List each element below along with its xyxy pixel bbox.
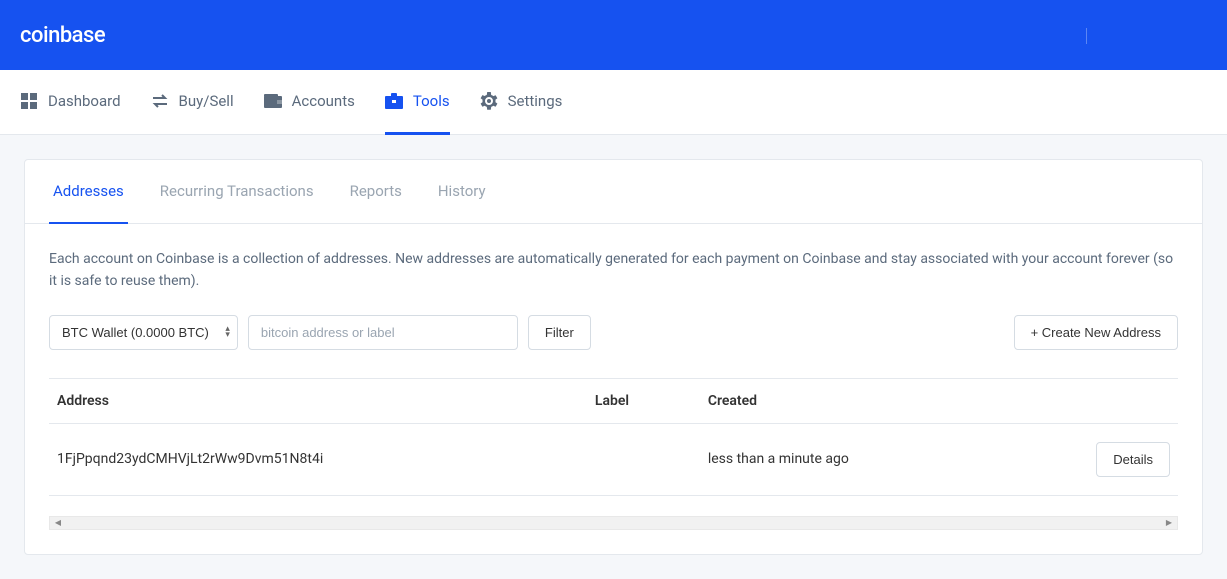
col-label: Label bbox=[591, 378, 704, 423]
wallet-icon bbox=[264, 92, 282, 110]
cell-created: less than a minute ago bbox=[704, 423, 1043, 495]
controls-row: BTC Wallet (0.0000 BTC) ▴▾ Filter + Crea… bbox=[49, 315, 1178, 350]
addresses-table: Address Label Created 1FjPpqnd23ydCMHVjL… bbox=[49, 378, 1178, 496]
table-row: 1FjPpqnd23ydCMHVjLt2rWw9Dvm51N8t4i less … bbox=[49, 423, 1178, 495]
logo: coinbase bbox=[20, 23, 105, 48]
cell-actions: Details bbox=[1043, 423, 1179, 495]
main-card: Addresses Recurring Transactions Reports… bbox=[24, 159, 1203, 555]
nav-buy-sell[interactable]: Buy/Sell bbox=[151, 70, 234, 135]
nav-dashboard[interactable]: Dashboard bbox=[20, 70, 121, 135]
tab-addresses[interactable]: Addresses bbox=[49, 160, 128, 224]
tab-history[interactable]: History bbox=[434, 160, 490, 224]
swap-icon bbox=[151, 92, 169, 110]
create-address-button[interactable]: + Create New Address bbox=[1014, 315, 1178, 350]
nav-label: Tools bbox=[413, 92, 450, 110]
page-description: Each account on Coinbase is a collection… bbox=[49, 248, 1178, 293]
wallet-select[interactable]: BTC Wallet (0.0000 BTC) bbox=[49, 315, 238, 350]
nav-label: Accounts bbox=[292, 92, 355, 110]
filter-button[interactable]: Filter bbox=[528, 315, 591, 350]
tab-reports[interactable]: Reports bbox=[346, 160, 406, 224]
nav-label: Buy/Sell bbox=[179, 92, 234, 110]
dashboard-icon bbox=[20, 92, 38, 110]
scroll-right-icon: ▶ bbox=[1161, 517, 1177, 529]
col-created: Created bbox=[704, 378, 1043, 423]
scrollbar[interactable]: ◀ ▶ bbox=[49, 516, 1178, 530]
main-nav: Dashboard Buy/Sell Accounts Tools Settin… bbox=[0, 70, 1227, 135]
details-button[interactable]: Details bbox=[1096, 442, 1170, 477]
nav-tools[interactable]: Tools bbox=[385, 70, 450, 135]
cell-label bbox=[591, 423, 704, 495]
nav-label: Dashboard bbox=[48, 92, 121, 110]
card-body: Each account on Coinbase is a collection… bbox=[25, 224, 1202, 554]
nav-settings[interactable]: Settings bbox=[480, 70, 563, 135]
sub-tabs: Addresses Recurring Transactions Reports… bbox=[25, 160, 1202, 224]
nav-accounts[interactable]: Accounts bbox=[264, 70, 355, 135]
cell-address: 1FjPpqnd23ydCMHVjLt2rWw9Dvm51N8t4i bbox=[49, 423, 591, 495]
content-area: Addresses Recurring Transactions Reports… bbox=[0, 135, 1227, 579]
table-header-row: Address Label Created bbox=[49, 378, 1178, 423]
search-input[interactable] bbox=[248, 315, 518, 350]
col-actions bbox=[1043, 378, 1179, 423]
top-header: coinbase bbox=[0, 0, 1227, 70]
gear-icon bbox=[480, 92, 498, 110]
table-wrap: Address Label Created 1FjPpqnd23ydCMHVjL… bbox=[49, 378, 1178, 496]
wallet-select-wrap: BTC Wallet (0.0000 BTC) ▴▾ bbox=[49, 315, 238, 350]
tab-recurring[interactable]: Recurring Transactions bbox=[156, 160, 318, 224]
tools-icon bbox=[385, 92, 403, 110]
nav-label: Settings bbox=[508, 92, 563, 110]
scroll-left-icon: ◀ bbox=[50, 517, 66, 529]
col-address: Address bbox=[49, 378, 591, 423]
header-divider bbox=[1086, 28, 1087, 44]
